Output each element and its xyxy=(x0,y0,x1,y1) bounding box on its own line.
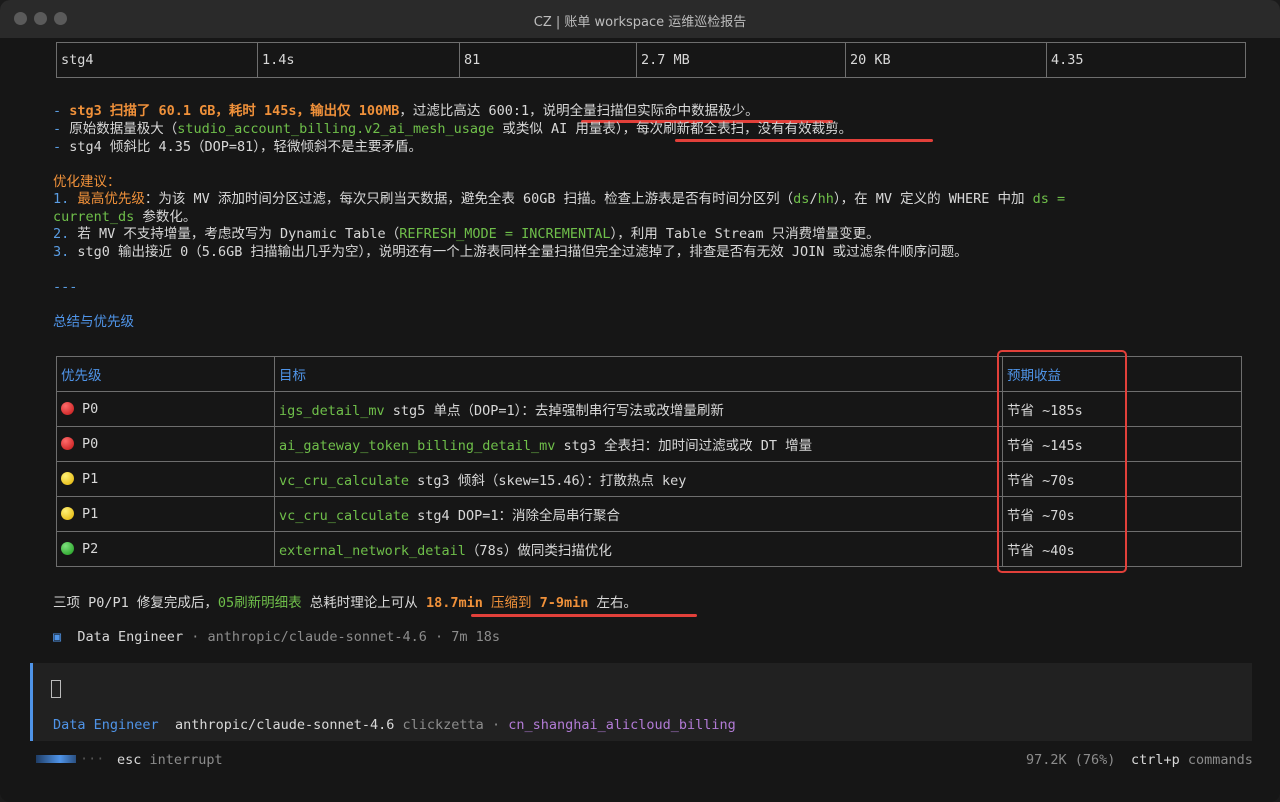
priority-cell: P0 xyxy=(56,391,275,427)
table-row: stg4 1.4s 81 2.7 MB 20 KB 4.35 xyxy=(56,42,1246,78)
target-cell: ai_gateway_token_billing_detail_mv stg3 … xyxy=(274,426,1003,462)
analysis-bullet-3: - stg4 倾斜比 4.35（DOP=81），轻微倾斜不是主要矛盾。 xyxy=(53,139,423,155)
table-cell: 2.7 MB xyxy=(636,42,846,78)
title-bar: CZ | 账单 workspace 运维巡检报告 xyxy=(0,0,1280,38)
window-title: CZ | 账单 workspace 运维巡检报告 xyxy=(533,15,747,30)
prompt-input[interactable]: Data Engineer anthropic/claude-sonnet-4.… xyxy=(30,663,1252,741)
yellow-circle-icon xyxy=(61,507,74,520)
interrupt-hint: esc interrupt xyxy=(117,752,223,768)
column-header: 目标 xyxy=(274,356,1003,392)
target-cell: vc_cru_calculate stg4 DOP=1：消除全局串行聚合 xyxy=(274,496,1003,532)
token-usage: 97.2K (76%) xyxy=(1026,752,1116,768)
annotation-underline xyxy=(675,139,933,142)
output-pane[interactable]: stg4 1.4s 81 2.7 MB 20 KB 4.35 - stg3 扫描… xyxy=(30,38,1252,654)
text-cursor xyxy=(51,680,61,698)
suggestion-1-cont: current_ds 参数化。 xyxy=(53,209,197,225)
column-header: 优先级 xyxy=(56,356,275,392)
table-cell: 1.4s xyxy=(257,42,460,78)
target-cell: external_network_detail（78s）做同类扫描优化 xyxy=(274,531,1003,567)
model-selector[interactable]: anthropic/claude-sonnet-4.6 xyxy=(175,717,394,733)
conclusion: 三项 P0/P1 修复完成后，05刷新明细表 总耗时理论上可从 18.7min … xyxy=(53,595,638,611)
summary-heading: 总结与优先级 xyxy=(53,314,134,330)
commands-hint: ctrl+p commands xyxy=(1131,752,1253,768)
table-cell: 20 KB xyxy=(845,42,1047,78)
input-accent-bar xyxy=(30,663,33,741)
yellow-circle-icon xyxy=(61,472,74,485)
agent-selector[interactable]: Data Engineer xyxy=(53,717,159,733)
separator: --- xyxy=(53,279,78,295)
red-circle-icon xyxy=(61,402,74,415)
agent-icon: ▣ xyxy=(53,629,62,645)
progress-spinner xyxy=(36,755,76,763)
priority-cell: P2 xyxy=(56,531,275,567)
analysis-bullet-2: - 原始数据量极大（studio_account_billing.v2_ai_m… xyxy=(53,121,853,137)
target-cell: igs_detail_mv stg5 单点（DOP=1）：去掉强制串行写法或改增… xyxy=(274,391,1003,427)
table-cell: stg4 xyxy=(56,42,258,78)
table-cell: 81 xyxy=(459,42,637,78)
suggestion-2: 2. 若 MV 不支持增量，考虑改写为 Dynamic Table（REFRES… xyxy=(53,226,880,242)
suggestions-heading: 优化建议： xyxy=(53,174,121,190)
annotation-underline xyxy=(471,614,697,617)
priority-cell: P1 xyxy=(56,496,275,532)
target-cell: vc_cru_calculate stg3 倾斜（skew=15.46）：打散热… xyxy=(274,461,1003,497)
workspace-label: cn_shanghai_alicloud_billing xyxy=(508,717,736,733)
agent-info-line: ▣ Data Engineer · anthropic/claude-sonne… xyxy=(53,629,501,645)
terminal-window: CZ | 账单 workspace 运维巡检报告 stg4 1.4s 81 2.… xyxy=(0,0,1280,802)
suggestion-3: 3. stg0 输出接近 0（5.6GB 扫描输出几乎为空），说明还有一个上游表… xyxy=(53,244,968,260)
suggestion-1: 1. 最高优先级：为该 MV 添加时间分区过滤，每次只刷当天数据，避免全表 60… xyxy=(53,191,1066,207)
green-circle-icon xyxy=(61,542,74,555)
prompt-info: Data Engineer anthropic/claude-sonnet-4.… xyxy=(53,717,736,733)
priority-cell: P0 xyxy=(56,426,275,462)
annotation-box xyxy=(997,350,1127,573)
table-cell: 4.35 xyxy=(1046,42,1246,78)
spinner-dots: ··· xyxy=(80,751,105,767)
red-circle-icon xyxy=(61,437,74,450)
status-bar: ··· esc interrupt 97.2K (76%) ctrl+p com… xyxy=(0,741,1280,779)
analysis-bullet-1: - stg3 扫描了 60.1 GB，耗时 145s，输出仅 100MB，过滤比… xyxy=(53,103,759,119)
priority-cell: P1 xyxy=(56,461,275,497)
stage-table: stg4 1.4s 81 2.7 MB 20 KB 4.35 xyxy=(56,42,1246,78)
